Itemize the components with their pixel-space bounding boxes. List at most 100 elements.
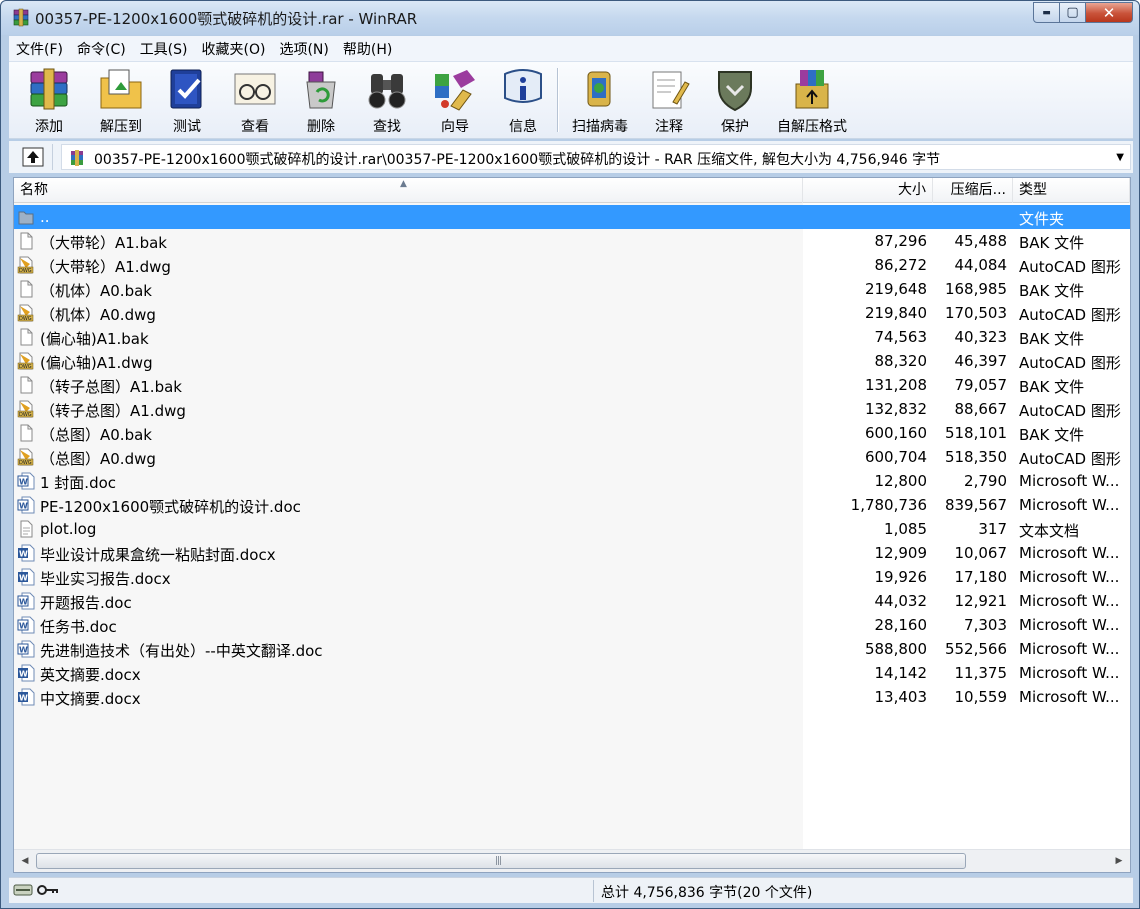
- file-name: PE-1200x1600颚式破碎机的设计.doc: [40, 498, 301, 516]
- menu-favorites[interactable]: 收藏夹(O): [195, 39, 273, 59]
- path-combobox[interactable]: 00357-PE-1200x1600颚式破碎机的设计.rar\00357-PE-…: [61, 144, 1131, 170]
- blank-file-icon: [17, 328, 35, 346]
- file-row[interactable]: DWG (偏心轴)A1.dwg 88,320 46,397 AutoCAD 图形: [14, 349, 1130, 373]
- key-icon[interactable]: [37, 883, 59, 897]
- horizontal-scrollbar[interactable]: ◀ ||| ▶: [14, 849, 1130, 872]
- file-row[interactable]: （总图）A0.bak 600,160 518,101 BAK 文件: [14, 421, 1130, 445]
- file-size: 600,160: [864, 424, 927, 442]
- file-row[interactable]: DWG （大带轮）A1.dwg 86,272 44,084 AutoCAD 图形: [14, 253, 1130, 277]
- column-name[interactable]: 名称 ▲: [14, 178, 803, 203]
- test-button[interactable]: 测试: [157, 66, 217, 136]
- file-row[interactable]: W 毕业设计成果盒统一粘贴封面.docx 12,909 10,067 Microsoft…: [14, 541, 1130, 565]
- add-button[interactable]: 添加: [19, 66, 79, 136]
- menu-commands[interactable]: 命令(C): [70, 39, 133, 59]
- file-size: 87,296: [874, 232, 928, 250]
- file-type: Microsoft W...: [1019, 472, 1120, 490]
- sfx-icon: [795, 70, 829, 109]
- add-label: 添加: [35, 119, 63, 135]
- column-type[interactable]: 类型: [1013, 178, 1130, 203]
- file-row[interactable]: DWG （总图）A0.dwg 600,704 518,350 AutoCAD 图形: [14, 445, 1130, 469]
- file-row[interactable]: DWG （转子总图）A1.dwg 132,832 88,667 AutoCAD 图形: [14, 397, 1130, 421]
- scroll-right-arrow-icon[interactable]: ▶: [1108, 850, 1130, 872]
- file-row[interactable]: W PE-1200x1600颚式破碎机的设计.doc 1,780,736 839,56…: [14, 493, 1130, 517]
- file-row[interactable]: W 任务书.doc 28,160 7,303 Microsoft W...: [14, 613, 1130, 637]
- file-type: Microsoft W...: [1019, 616, 1120, 634]
- address-bar: 00357-PE-1200x1600颚式破碎机的设计.rar\00357-PE-…: [9, 141, 1133, 173]
- comment-button[interactable]: 注释: [639, 66, 699, 136]
- find-button[interactable]: 查找: [357, 66, 417, 136]
- file-packed-size: 88,667: [954, 400, 1008, 418]
- file-list[interactable]: 名称 ▲ 大小 压缩后... 类型 .. 文件夹 （大带轮）A1.bak 87,296…: [13, 177, 1131, 873]
- wizard-button[interactable]: 向导: [425, 66, 485, 136]
- blank-file-icon: [17, 424, 35, 442]
- svg-text:W: W: [19, 694, 28, 703]
- file-row[interactable]: (偏心轴)A1.bak 74,563 40,323 BAK 文件: [14, 325, 1130, 349]
- scrollbar-thumb[interactable]: |||: [36, 853, 966, 869]
- svg-text:DWG: DWG: [19, 364, 32, 370]
- column-size[interactable]: 大小: [803, 178, 933, 203]
- up-arrow-icon: [22, 147, 43, 167]
- minimize-button[interactable]: ▬: [1033, 2, 1060, 23]
- file-name: 开题报告.doc: [40, 594, 132, 612]
- file-row[interactable]: W 先进制造技术（有出处）--中英文翻译.doc 588,800 552,566 Mic…: [14, 637, 1130, 661]
- wizard-label: 向导: [441, 119, 469, 135]
- file-row[interactable]: W 开题报告.doc 44,032 12,921 Microsoft W...: [14, 589, 1130, 613]
- sfx-button[interactable]: 自解压格式: [769, 66, 855, 136]
- file-type: Microsoft W...: [1019, 664, 1120, 682]
- title-bar[interactable]: 00357-PE-1200x1600颚式破碎机的设计.rar - WinRAR …: [1, 1, 1139, 35]
- column-packed[interactable]: 压缩后...: [933, 178, 1013, 203]
- maximize-button[interactable]: ▢: [1060, 2, 1086, 23]
- find-label: 查找: [373, 119, 401, 135]
- file-row[interactable]: W 1 封面.doc 12,800 2,790 Microsoft W...: [14, 469, 1130, 493]
- file-packed-size: 168,985: [944, 280, 1007, 298]
- comment-icon: [652, 71, 690, 109]
- file-name: （总图）A0.dwg: [40, 450, 156, 468]
- file-type: Microsoft W...: [1019, 496, 1120, 514]
- file-size: 1,780,736: [850, 496, 927, 514]
- file-row[interactable]: （机体）A0.bak 219,648 168,985 BAK 文件: [14, 277, 1130, 301]
- scan-virus-button[interactable]: 扫描病毒: [565, 66, 635, 136]
- toolbar-separator: [557, 68, 559, 132]
- file-row[interactable]: W 英文摘要.docx 14,142 11,375 Microsoft W...: [14, 661, 1130, 685]
- menu-file[interactable]: 文件(F): [9, 39, 70, 59]
- file-row[interactable]: W 中文摘要.docx 13,403 10,559 Microsoft W...: [14, 685, 1130, 709]
- folder-extract-icon: [100, 69, 142, 109]
- column-header: 名称 ▲ 大小 压缩后... 类型: [14, 178, 1130, 203]
- file-row[interactable]: （转子总图）A1.bak 131,208 79,057 BAK 文件: [14, 373, 1130, 397]
- file-row[interactable]: DWG （机体）A0.dwg 219,840 170,503 AutoCAD 图形: [14, 301, 1130, 325]
- file-row[interactable]: .. 文件夹: [14, 205, 1130, 229]
- delete-label: 删除: [307, 119, 335, 135]
- file-type: AutoCAD 图形: [1019, 258, 1121, 276]
- info-icon: [504, 69, 542, 103]
- menu-tools[interactable]: 工具(S): [133, 39, 195, 59]
- delete-button[interactable]: 删除: [291, 66, 351, 136]
- svg-text:W: W: [19, 646, 28, 655]
- close-button[interactable]: ✕: [1086, 2, 1133, 23]
- menu-help[interactable]: 帮助(H): [336, 39, 399, 59]
- file-name: plot.log: [40, 520, 97, 538]
- svg-text:W: W: [19, 574, 28, 583]
- glasses-icon: [234, 73, 276, 105]
- file-row[interactable]: （大带轮）A1.bak 87,296 45,488 BAK 文件: [14, 229, 1130, 253]
- info-button[interactable]: 信息: [493, 66, 553, 136]
- file-name: （总图）A0.bak: [40, 426, 152, 444]
- info-label: 信息: [509, 119, 537, 135]
- up-folder-button[interactable]: [13, 144, 53, 170]
- file-row[interactable]: plot.log 1,085 317 文本文档: [14, 517, 1130, 541]
- file-type: Microsoft W...: [1019, 640, 1120, 658]
- menu-options[interactable]: 选项(N): [272, 39, 335, 59]
- file-size: 600,704: [864, 448, 927, 466]
- file-name: （大带轮）A1.bak: [40, 234, 167, 252]
- minimize-icon: ▬: [1042, 7, 1051, 18]
- view-button[interactable]: 查看: [223, 66, 287, 136]
- protect-button[interactable]: 保护: [705, 66, 765, 136]
- file-type: AutoCAD 图形: [1019, 354, 1121, 372]
- file-row[interactable]: W 毕业实习报告.docx 19,926 17,180 Microsoft W...: [14, 565, 1130, 589]
- drive-icon[interactable]: [13, 883, 33, 897]
- dropdown-arrow-icon[interactable]: ▼: [1116, 152, 1124, 163]
- extract-to-button[interactable]: 解压到: [91, 66, 151, 136]
- svg-text:W: W: [19, 622, 28, 631]
- svg-text:W: W: [19, 670, 28, 679]
- scan-virus-label: 扫描病毒: [572, 119, 628, 135]
- scroll-left-arrow-icon[interactable]: ◀: [14, 850, 36, 872]
